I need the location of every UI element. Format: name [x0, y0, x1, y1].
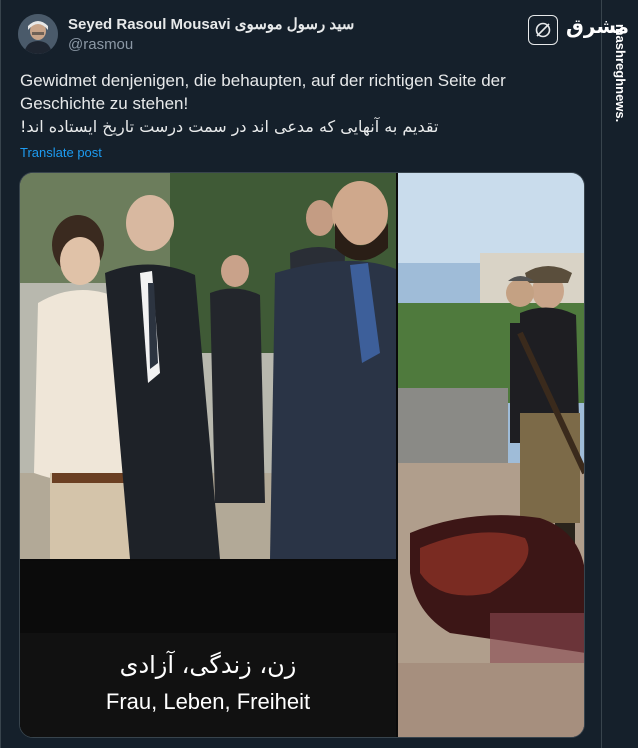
left-column-border: [0, 0, 1, 748]
caption-farsi: زن، زندگی، آزادی: [119, 651, 297, 679]
post-media[interactable]: زن، زندگی، آزادی Frau, Leben, Freiheit: [19, 172, 585, 738]
translate-post-link[interactable]: Translate post: [20, 145, 102, 160]
author-display-name[interactable]: Seyed Rasoul Mousavi سید رسول موسوی: [68, 15, 354, 33]
tweet-line-farsi: تقدیم به آنهایی که مدعی اند در سمت درست …: [20, 117, 439, 136]
vertical-url-text: mashreghnews.ir: [613, 24, 628, 122]
tweet-text: Gewidmet denjenigen, die behaupten, auf …: [20, 69, 540, 138]
tweet-line-german-2: Geschichte zu stehen!: [20, 94, 189, 113]
right-column-border: [601, 0, 602, 748]
grok-button[interactable]: [528, 15, 558, 45]
grok-slash-icon: [535, 22, 551, 38]
caption-german: Frau, Leben, Freiheit: [105, 689, 311, 714]
tweet-line-german-1: Gewidmet denjenigen, die behaupten, auf …: [20, 71, 506, 90]
avatar[interactable]: [18, 14, 58, 54]
author-handle[interactable]: @rasmou: [68, 36, 133, 53]
mashregh-vertical-watermark: mashreghnews.ir: [613, 24, 628, 122]
